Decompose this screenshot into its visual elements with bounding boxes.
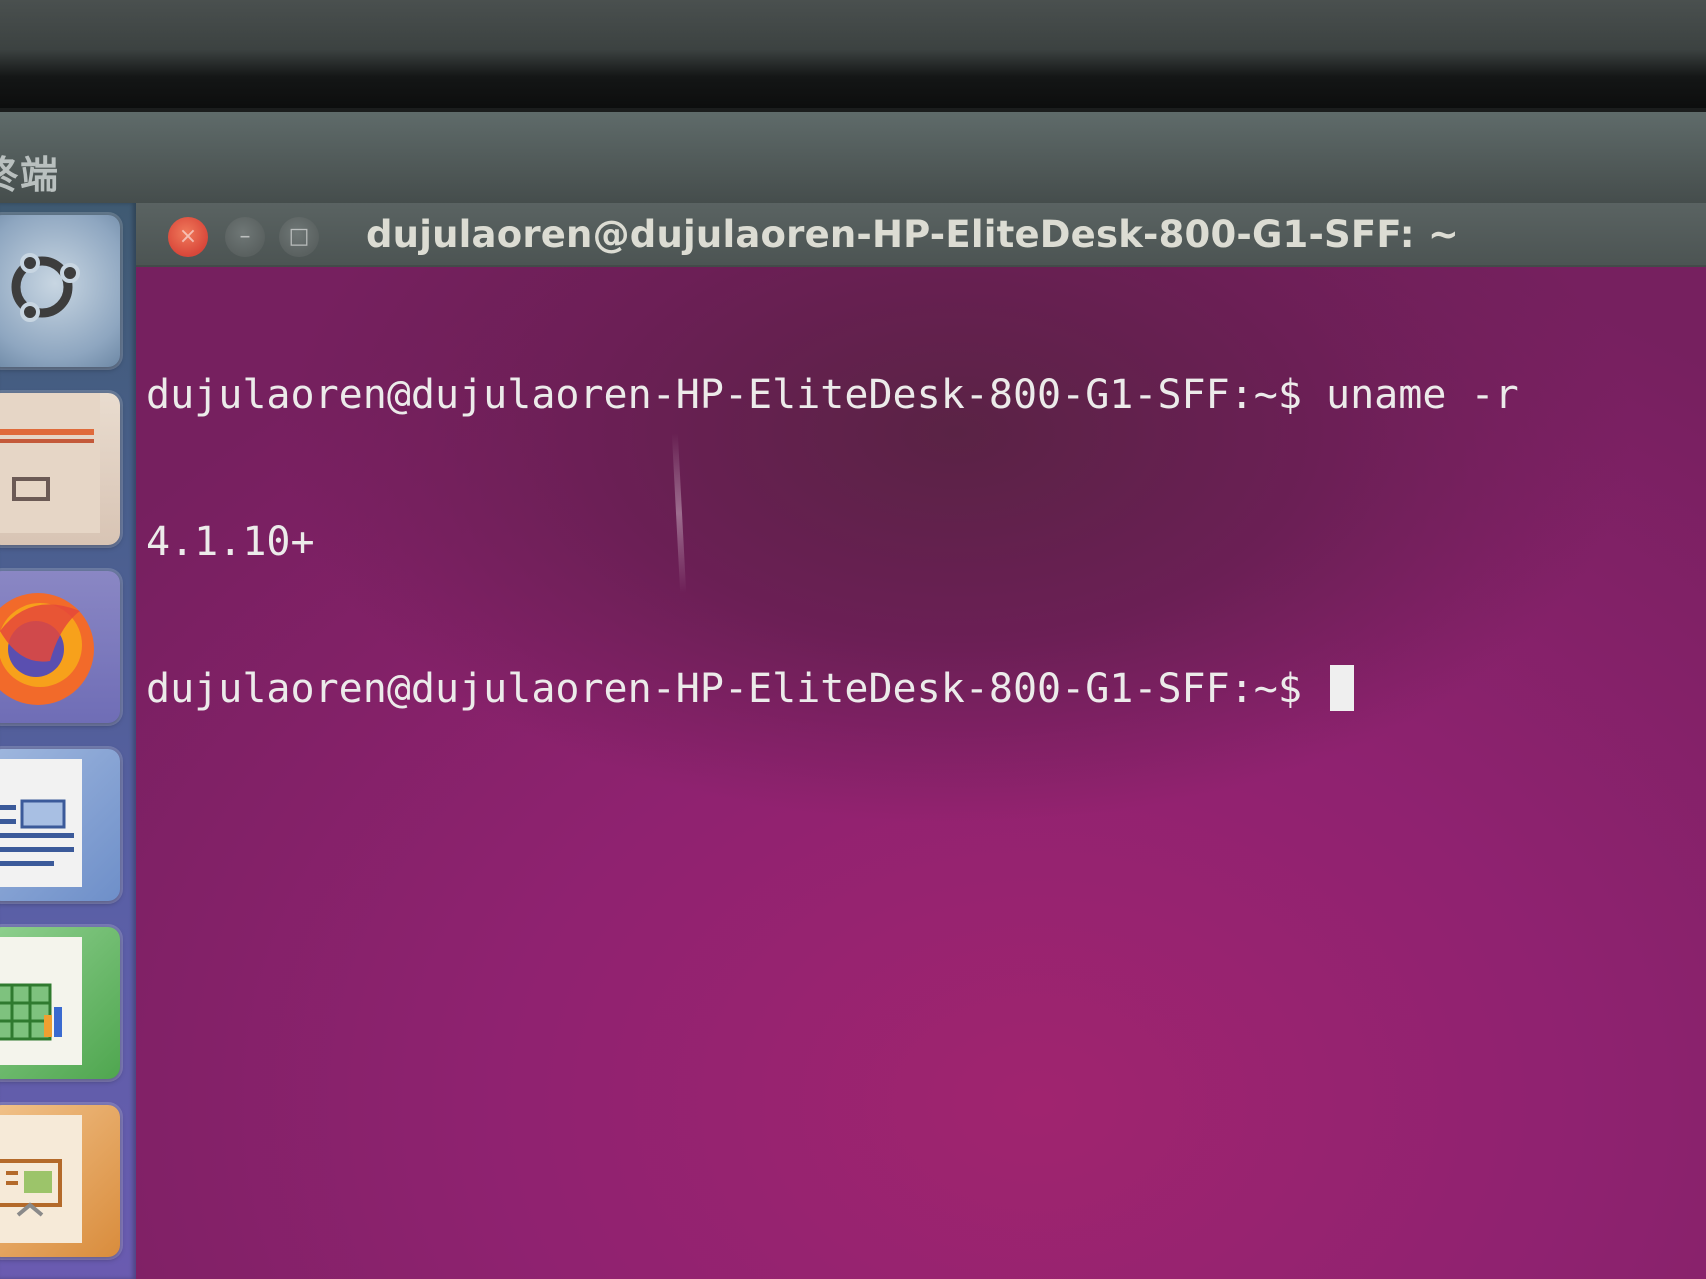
writer-icon (0, 759, 82, 887)
terminal-window[interactable]: × – □ dujulaoren@dujulaoren-HP-EliteDesk… (136, 203, 1706, 1279)
maximize-button[interactable]: □ (279, 217, 319, 257)
impress-icon (0, 1115, 82, 1243)
launcher-item-files[interactable] (0, 393, 120, 545)
close-icon: × (178, 224, 198, 249)
prompt-text: dujulaoren@dujulaoren-HP-EliteDesk-800-G… (146, 666, 1327, 712)
launcher (0, 203, 136, 1279)
ubuntu-logo-icon (11, 253, 80, 322)
monitor-bezel (0, 0, 1706, 110)
launcher-item-dash[interactable] (0, 215, 120, 367)
launcher-item-calc[interactable] (0, 927, 120, 1079)
terminal-output[interactable]: dujulaoren@dujulaoren-HP-EliteDesk-800-G… (146, 273, 1686, 812)
launcher-item-writer[interactable] (0, 749, 120, 901)
launcher-item-impress[interactable] (0, 1105, 120, 1257)
panel-app-title: 终端 (0, 153, 61, 197)
maximize-icon: □ (288, 224, 310, 249)
launcher-item-firefox[interactable] (0, 571, 120, 723)
close-button[interactable]: × (168, 217, 208, 257)
minimize-icon: – (239, 224, 251, 249)
calc-icon (0, 937, 82, 1065)
terminal-line-output: 4.1.10+ (146, 519, 315, 565)
terminal-line-command: dujulaoren@dujulaoren-HP-EliteDesk-800-G… (146, 372, 1519, 418)
firefox-icon (0, 593, 94, 705)
terminal-titlebar[interactable]: × – □ dujulaoren@dujulaoren-HP-EliteDesk… (136, 203, 1706, 267)
terminal-line-prompt: dujulaoren@dujulaoren-HP-EliteDesk-800-G… (146, 665, 1686, 714)
desktop-screen: 终端 (0, 0, 1706, 1279)
file-manager-icon (0, 393, 100, 533)
top-panel: 终端 (0, 108, 1706, 207)
minimize-button[interactable]: – (225, 217, 265, 257)
window-title: dujulaoren@dujulaoren-HP-EliteDesk-800-G… (366, 213, 1460, 256)
text-cursor (1330, 665, 1355, 711)
